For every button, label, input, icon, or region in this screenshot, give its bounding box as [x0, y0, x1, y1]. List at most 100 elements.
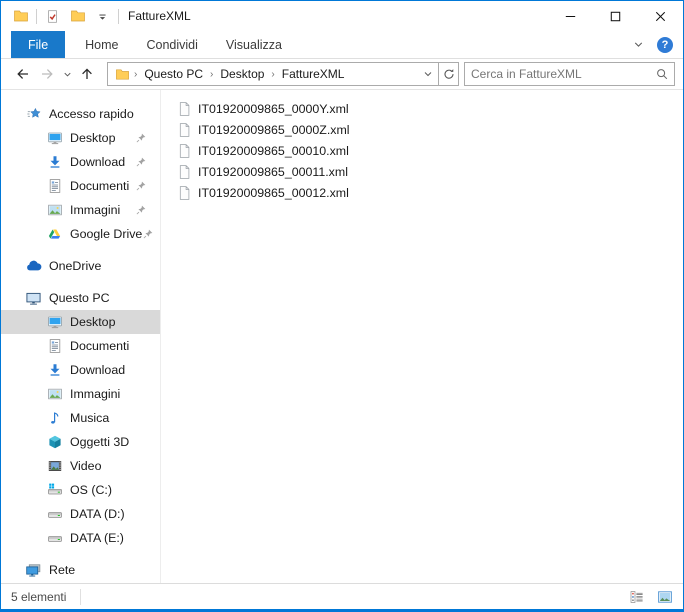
history-chevron-icon[interactable] — [59, 62, 75, 86]
status-bar: 5 elementi — [1, 583, 683, 609]
cube-3d-icon — [46, 434, 63, 451]
sidebar-section-rete[interactable]: Rete — [1, 558, 160, 582]
download-icon — [46, 154, 63, 171]
drive-icon — [46, 506, 63, 523]
file-name: IT01920009865_00012.xml — [198, 186, 349, 200]
forward-button[interactable] — [35, 62, 59, 86]
file-item[interactable]: IT01920009865_00011.xml — [177, 161, 683, 182]
drive-icon — [46, 530, 63, 547]
sidebar-section-label: Accesso rapido — [49, 107, 134, 121]
search-input[interactable] — [465, 67, 650, 81]
help-icon[interactable]: ? — [657, 37, 673, 53]
file-item[interactable]: IT01920009865_0000Y.xml — [177, 98, 683, 119]
sidebar-item-label: DATA (E:) — [70, 531, 124, 545]
tab-home[interactable]: Home — [71, 31, 132, 58]
download-icon — [46, 362, 63, 379]
xml-file-icon — [177, 100, 192, 117]
quick-access-star-icon — [25, 106, 42, 123]
qat-new-folder-button[interactable] — [69, 8, 86, 25]
sidebar-item-video[interactable]: Video — [1, 454, 160, 478]
sidebar-section-onedrive[interactable]: OneDrive — [1, 254, 160, 278]
search-box — [464, 62, 675, 86]
titlebar-separator — [36, 9, 37, 24]
sidebar-item-data-e[interactable]: DATA (E:) — [1, 526, 160, 550]
file-name: IT01920009865_0000Y.xml — [198, 102, 349, 116]
sidebar-item-documenti[interactable]: Documenti — [1, 334, 160, 358]
file-item[interactable]: IT01920009865_00012.xml — [177, 182, 683, 203]
sidebar-item-label: Desktop — [70, 315, 115, 329]
search-icon[interactable] — [650, 67, 674, 81]
breadcrumb-item-questo-pc[interactable]: Questo PC — [139, 67, 208, 81]
desktop-icon — [46, 130, 63, 147]
thumbnails-view-button[interactable] — [655, 587, 675, 607]
sidebar-item-immagini-qa[interactable]: Immagini — [1, 198, 160, 222]
network-icon — [25, 562, 42, 579]
minimize-button[interactable] — [548, 1, 593, 31]
navigation-toolbar: › Questo PC › Desktop › FattureXML — [1, 59, 683, 90]
explorer-window: FattureXML File Home Condividi Visualizz… — [0, 0, 684, 612]
file-item[interactable]: IT01920009865_00010.xml — [177, 140, 683, 161]
qat-customize-dropdown-icon[interactable] — [94, 8, 111, 25]
sidebar-item-data-d[interactable]: DATA (D:) — [1, 502, 160, 526]
documents-icon — [46, 178, 63, 195]
up-button[interactable] — [75, 62, 99, 86]
sidebar-item-label: Video — [70, 459, 101, 473]
items-count: 5 elementi — [11, 590, 66, 604]
address-dropdown-chevron-icon[interactable] — [418, 63, 438, 85]
sidebar-item-label: Desktop — [70, 131, 115, 145]
details-view-button[interactable] — [627, 587, 647, 607]
app-folder-icon — [12, 8, 29, 25]
qat-properties-button[interactable] — [44, 8, 61, 25]
sidebar-item-desktop-qa[interactable]: Desktop — [1, 126, 160, 150]
breadcrumb-item-desktop[interactable]: Desktop — [215, 67, 269, 81]
tab-condividi[interactable]: Condividi — [133, 31, 212, 58]
titlebar-separator — [118, 9, 119, 24]
sidebar-item-label: Oggetti 3D — [70, 435, 129, 449]
address-bar[interactable]: › Questo PC › Desktop › FattureXML — [107, 62, 459, 86]
breadcrumb: › Questo PC › Desktop › FattureXML — [108, 63, 418, 85]
sidebar-item-google-drive[interactable]: Google Drive — [1, 222, 160, 246]
pictures-icon — [46, 202, 63, 219]
window-title: FattureXML — [128, 9, 191, 23]
sidebar-item-label: OS (C:) — [70, 483, 112, 497]
sidebar-item-musica[interactable]: Musica — [1, 406, 160, 430]
sidebar-item-oggetti-3d[interactable]: Oggetti 3D — [1, 430, 160, 454]
tab-file[interactable]: File — [11, 31, 65, 58]
video-icon — [46, 458, 63, 475]
os-drive-icon — [46, 482, 63, 499]
sidebar-item-documenti-qa[interactable]: Documenti — [1, 174, 160, 198]
breadcrumb-separator: › — [269, 69, 276, 80]
sidebar-item-desktop[interactable]: Desktop — [1, 310, 160, 334]
breadcrumb-item-fatturexml[interactable]: FattureXML — [277, 67, 350, 81]
tab-visualizza[interactable]: Visualizza — [212, 31, 296, 58]
status-separator — [80, 589, 81, 605]
sidebar-item-label: Download — [70, 363, 125, 377]
sidebar-section-questo-pc[interactable]: Questo PC — [1, 286, 160, 310]
sidebar-item-label: Documenti — [70, 179, 129, 193]
sidebar-section-label: Rete — [49, 563, 75, 577]
google-drive-icon — [46, 226, 63, 243]
sidebar-section-quick-access[interactable]: Accesso rapido — [1, 102, 160, 126]
sidebar-item-download-qa[interactable]: Download — [1, 150, 160, 174]
sidebar-section-label: Questo PC — [49, 291, 110, 305]
xml-file-icon — [177, 121, 192, 138]
breadcrumb-separator: › — [208, 69, 215, 80]
close-button[interactable] — [638, 1, 683, 31]
pin-icon — [135, 132, 147, 144]
file-name: IT01920009865_00011.xml — [198, 165, 348, 179]
refresh-button[interactable] — [438, 63, 458, 85]
sidebar-item-download[interactable]: Download — [1, 358, 160, 382]
sidebar-item-label: Immagini — [70, 387, 120, 401]
ribbon-collapse-chevron-icon[interactable] — [632, 38, 645, 51]
maximize-button[interactable] — [593, 1, 638, 31]
computer-icon — [25, 290, 42, 307]
xml-file-icon — [177, 142, 192, 159]
documents-icon — [46, 338, 63, 355]
sidebar-item-immagini[interactable]: Immagini — [1, 382, 160, 406]
back-button[interactable] — [11, 62, 35, 86]
xml-file-icon — [177, 163, 192, 180]
pin-icon — [135, 156, 147, 168]
file-item[interactable]: IT01920009865_0000Z.xml — [177, 119, 683, 140]
sidebar-item-os-c[interactable]: OS (C:) — [1, 478, 160, 502]
pictures-icon — [46, 386, 63, 403]
